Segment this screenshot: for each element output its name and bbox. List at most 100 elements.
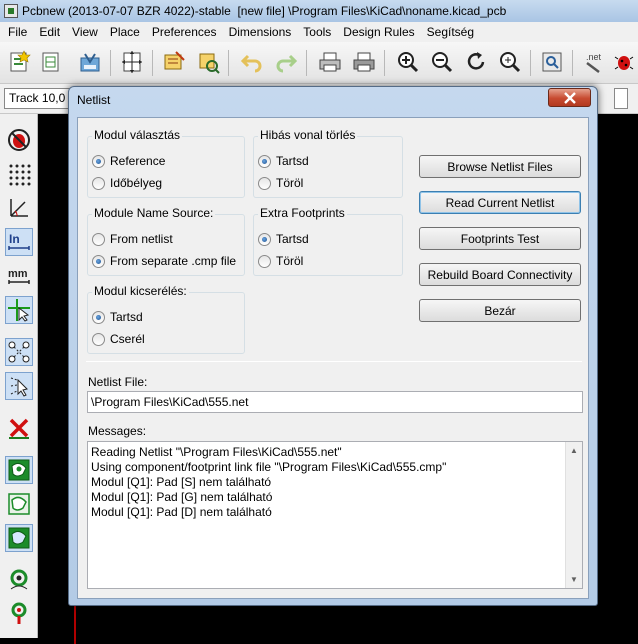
menu-help[interactable]: Segítség	[421, 25, 480, 39]
menu-design-rules[interactable]: Design Rules	[337, 25, 420, 39]
browse-netlist-files-button[interactable]: Browse Netlist Files	[419, 155, 581, 178]
dialog-close-button[interactable]	[548, 88, 591, 107]
plot-icon[interactable]	[350, 48, 378, 76]
radio-from-cmp-file[interactable]: From separate .cmp file	[92, 254, 236, 268]
messages-box[interactable]: Reading Netlist "\Program Files\KiCad\55…	[87, 441, 583, 589]
menu-preferences[interactable]: Preferences	[146, 25, 223, 39]
radio-label: From netlist	[110, 232, 173, 246]
radio-exchange-replace[interactable]: Cserél	[92, 332, 145, 346]
read-current-netlist-button[interactable]: Read Current Netlist	[419, 191, 581, 214]
radio-timestamp[interactable]: Időbélyeg	[92, 176, 162, 190]
redo-icon[interactable]	[272, 48, 300, 76]
show-vias-icon[interactable]	[5, 566, 33, 594]
save-icon[interactable]	[76, 48, 104, 76]
radio-button[interactable]	[92, 232, 105, 246]
module-select-label: Modul választás	[92, 128, 183, 142]
high-contrast-icon[interactable]	[5, 600, 33, 628]
messages-text: Reading Netlist "\Program Files\KiCad\55…	[91, 445, 562, 520]
module-exchange-label: Modul kicserélés:	[92, 284, 189, 298]
scroll-down-icon[interactable]: ▼	[566, 571, 582, 588]
close-button[interactable]: Bezár	[419, 299, 581, 322]
pcbnew-app-icon	[4, 4, 18, 18]
module-name-source-label: Module Name Source:	[92, 206, 216, 220]
redraw-icon[interactable]	[462, 48, 490, 76]
radio-button[interactable]	[92, 254, 105, 268]
netlist-icon[interactable]	[160, 48, 188, 76]
close-icon	[563, 91, 576, 104]
radio-label: From separate .cmp file	[110, 254, 237, 268]
message-line: Reading Netlist "\Program Files\KiCad\55…	[91, 445, 342, 459]
radio-button[interactable]	[258, 254, 271, 268]
page-settings-icon[interactable]	[118, 48, 146, 76]
menu-file[interactable]: File	[2, 25, 33, 39]
radio-button[interactable]	[92, 310, 105, 324]
messages-label: Messages:	[88, 424, 147, 438]
messages-scrollbar[interactable]: ▲ ▼	[565, 442, 582, 588]
bad-track-label: Hibás vonal törlés	[258, 128, 358, 142]
radio-extra-delete[interactable]: Töröl	[258, 254, 303, 268]
zone-outline-icon[interactable]	[5, 490, 33, 518]
netlist-read-icon[interactable]: .net	[580, 48, 608, 76]
auto-delete-track-icon[interactable]	[5, 414, 33, 442]
dialog-divider	[86, 361, 582, 362]
mm-units-icon[interactable]: mm	[5, 262, 33, 290]
netlist-file-field[interactable]: \Program Files\KiCad\555.net	[87, 391, 583, 413]
drc-off-icon[interactable]	[5, 126, 33, 154]
radio-bad-track-keep[interactable]: Tartsd	[258, 154, 309, 168]
scroll-up-icon[interactable]: ▲	[566, 442, 582, 459]
menu-edit[interactable]: Edit	[33, 25, 66, 39]
radio-label: Cserél	[110, 332, 145, 346]
radio-label: Töröl	[276, 254, 304, 268]
rebuild-connectivity-button[interactable]: Rebuild Board Connectivity	[419, 263, 581, 286]
footprint-editor-icon[interactable]	[194, 48, 222, 76]
module-ratsnest-icon[interactable]	[5, 372, 33, 400]
zoom-in-icon[interactable]	[394, 48, 422, 76]
undo-icon[interactable]	[238, 48, 266, 76]
menu-place[interactable]: Place	[104, 25, 146, 39]
grid-icon[interactable]	[5, 160, 33, 188]
main-toolbar: .net	[0, 42, 638, 84]
netlist-file-label: Netlist File:	[88, 375, 148, 389]
cursor-shape-icon[interactable]	[5, 296, 33, 324]
ratsnest-icon[interactable]	[5, 338, 33, 366]
window-title: Pcbnew (2013-07-07 BZR 4022)-stable [new…	[22, 4, 507, 18]
menu-dimensions[interactable]: Dimensions	[223, 25, 298, 39]
radio-button[interactable]	[92, 176, 105, 190]
message-line: Modul [Q1]: Pad [D] nem található	[91, 505, 272, 519]
left-toolbar: In mm	[0, 114, 38, 638]
radio-button[interactable]	[92, 154, 105, 168]
new-board-icon[interactable]	[6, 48, 34, 76]
radio-button[interactable]	[258, 176, 271, 190]
radio-exchange-keep[interactable]: Tartsd	[92, 310, 143, 324]
radio-button[interactable]	[92, 332, 105, 346]
radio-reference[interactable]: Reference	[92, 154, 165, 168]
svg-text:.net: .net	[586, 52, 602, 62]
open-icon[interactable]	[38, 48, 66, 76]
menu-tools[interactable]: Tools	[297, 25, 337, 39]
options-dropdown[interactable]	[614, 88, 628, 109]
footprints-test-button[interactable]: Footprints Test	[419, 227, 581, 250]
find-icon[interactable]	[538, 48, 566, 76]
dialog-title: Netlist	[77, 93, 111, 107]
radio-button[interactable]	[258, 154, 271, 168]
radio-label: Tartsd	[276, 154, 309, 168]
inch-units-icon[interactable]: In	[5, 228, 33, 256]
radio-label: Reference	[110, 154, 166, 168]
zone-sketch-icon[interactable]	[5, 524, 33, 552]
message-line: Using component/footprint link file "\Pr…	[91, 460, 447, 474]
svg-text:mm: mm	[8, 268, 28, 280]
radio-label: Tartsd	[276, 232, 309, 246]
zoom-fit-icon[interactable]	[496, 48, 524, 76]
extra-footprints-label: Extra Footprints	[258, 206, 347, 220]
menu-view[interactable]: View	[66, 25, 104, 39]
print-icon[interactable]	[316, 48, 344, 76]
zoom-out-icon[interactable]	[428, 48, 456, 76]
radio-from-netlist[interactable]: From netlist	[92, 232, 173, 246]
radio-extra-keep[interactable]: Tartsd	[258, 232, 309, 246]
track-width-select[interactable]: Track 10,0	[4, 88, 70, 109]
drc-icon[interactable]	[610, 48, 638, 76]
radio-bad-track-delete[interactable]: Töröl	[258, 176, 303, 190]
polar-coords-icon[interactable]	[5, 194, 33, 222]
zone-fill-icon[interactable]	[5, 456, 33, 484]
radio-button[interactable]	[258, 232, 271, 246]
